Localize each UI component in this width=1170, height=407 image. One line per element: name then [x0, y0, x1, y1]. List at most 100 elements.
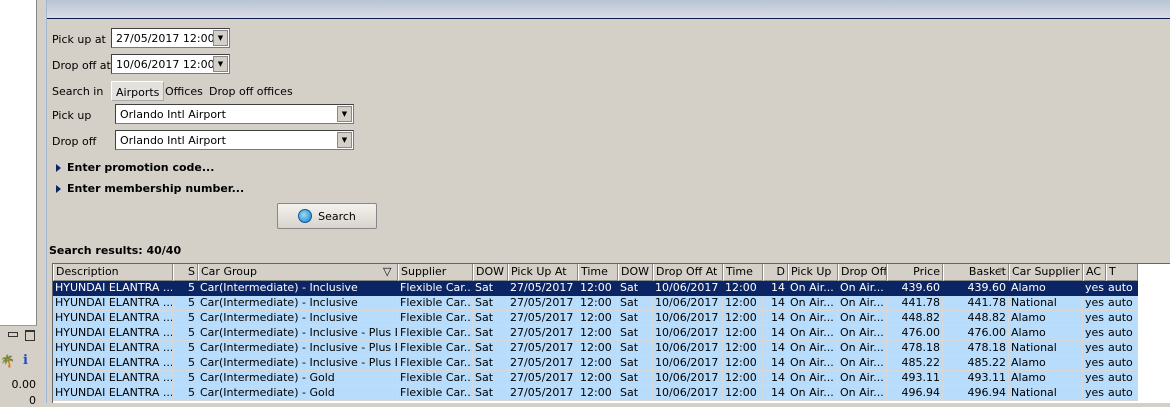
table-cell: Car(Intermediate) - Gold: [198, 386, 398, 401]
column-header[interactable]: DOW: [473, 264, 508, 281]
column-header[interactable]: AC: [1083, 264, 1106, 281]
column-header[interactable]: S: [173, 264, 198, 281]
table-cell: Car(Intermediate) - Inclusive - Plus E..…: [198, 341, 398, 356]
table-cell: yes: [1083, 326, 1106, 341]
island-icon[interactable]: 🌴: [0, 354, 15, 368]
dropdown-arrow-icon[interactable]: ▼: [337, 106, 352, 122]
table-cell: 10/06/2017: [653, 371, 723, 386]
splitter[interactable]: [37, 0, 47, 403]
table-cell: HYUNDAI ELANTRA ...: [53, 296, 173, 311]
membership-number-link[interactable]: Enter membership number...: [67, 182, 244, 195]
tab-offices[interactable]: Offices: [161, 81, 207, 101]
table-cell: 14: [763, 311, 788, 326]
table-cell: Sat: [473, 356, 508, 371]
table-cell: Sat: [618, 296, 653, 311]
table-cell: Flexible Car...: [398, 311, 473, 326]
column-header[interactable]: Time: [578, 264, 618, 281]
column-header[interactable]: Drop Off: [838, 264, 887, 281]
dropdown-arrow-icon[interactable]: ▼: [213, 30, 228, 46]
table-row[interactable]: HYUNDAI ELANTRA ... 5 Car(Intermediate) - …: [53, 356, 1138, 371]
maximize-icon[interactable]: [25, 330, 35, 341]
column-header[interactable]: D: [763, 264, 788, 281]
table-cell: 14: [763, 341, 788, 356]
table-row[interactable]: HYUNDAI ELANTRA ... 5 Car(Intermediate) - …: [53, 296, 1138, 311]
table-cell: 12:00: [578, 341, 618, 356]
sort-desc-icon[interactable]: ▾: [998, 265, 1003, 276]
table-cell: 27/05/2017: [508, 341, 578, 356]
table-cell: On Air...: [838, 296, 887, 311]
table-cell: yes: [1083, 281, 1106, 296]
tab-drop-off-offices[interactable]: Drop off offices: [205, 81, 297, 101]
dropoff-at-label: Drop off at: [52, 59, 111, 72]
column-header[interactable]: Pick Up At: [508, 264, 578, 281]
table-cell: 12:00: [723, 371, 763, 386]
column-header[interactable]: Supplier: [398, 264, 473, 281]
table-cell: National: [1009, 386, 1083, 401]
column-header[interactable]: Price: [887, 264, 943, 281]
filter-icon[interactable]: ▽: [383, 265, 391, 278]
table-cell: 10/06/2017: [653, 296, 723, 311]
table-header[interactable]: Description S Car Group Supplier DOW Pick Up …: [53, 264, 1138, 281]
table-cell: 5: [173, 386, 198, 401]
table-row[interactable]: HYUNDAI ELANTRA ... 5 Car(Intermediate) - …: [53, 311, 1138, 326]
expand-arrow-icon[interactable]: [56, 185, 61, 193]
column-header[interactable]: DOW: [618, 264, 653, 281]
table-cell: 27/05/2017: [508, 326, 578, 341]
table-row[interactable]: HYUNDAI ELANTRA ... 5 Car(Intermediate) - …: [53, 386, 1138, 401]
dropoff-at-value: 10/06/2017 12:00: [116, 58, 215, 71]
promotion-code-link[interactable]: Enter promotion code...: [67, 161, 214, 174]
table-row[interactable]: HYUNDAI ELANTRA ... 5 Car(Intermediate) - …: [53, 341, 1138, 356]
dropdown-arrow-icon[interactable]: ▼: [337, 132, 352, 148]
table-row[interactable]: HYUNDAI ELANTRA ... 5 Car(Intermediate) - …: [53, 326, 1138, 341]
pickup-at-field[interactable]: 27/05/2017 12:00 ▼: [111, 28, 230, 48]
table-row[interactable]: HYUNDAI ELANTRA ... 5 Car(Intermediate) - …: [53, 371, 1138, 386]
table-row[interactable]: HYUNDAI ELANTRA ... 5 Car(Intermediate) - …: [53, 281, 1138, 296]
table-cell: HYUNDAI ELANTRA ...: [53, 311, 173, 326]
pickup-location-value: Orlando Intl Airport: [120, 108, 226, 121]
column-header[interactable]: T: [1106, 264, 1138, 281]
table-cell: 5: [173, 326, 198, 341]
table-cell: 448.82: [887, 311, 943, 326]
table-cell: 12:00: [578, 311, 618, 326]
table-cell: auto: [1106, 356, 1138, 371]
tab-airports[interactable]: Airports: [111, 81, 165, 101]
table-cell: 493.11: [887, 371, 943, 386]
column-header[interactable]: Time: [723, 264, 763, 281]
table-cell: On Air...: [838, 371, 887, 386]
table-cell: yes: [1083, 341, 1106, 356]
table-cell: 476.00: [943, 326, 1009, 341]
column-header[interactable]: Drop Off At: [653, 264, 723, 281]
table-cell: 12:00: [723, 386, 763, 401]
table-cell: 27/05/2017: [508, 356, 578, 371]
expand-arrow-icon[interactable]: [56, 164, 61, 172]
dropdown-arrow-icon[interactable]: ▼: [213, 56, 228, 72]
pickup-location-select[interactable]: Orlando Intl Airport ▼: [115, 104, 354, 124]
search-button[interactable]: Search: [277, 203, 377, 229]
minimize-icon[interactable]: [8, 332, 18, 337]
table-cell: Sat: [473, 371, 508, 386]
dropoff-location-select[interactable]: Orlando Intl Airport ▼: [115, 130, 354, 150]
column-header[interactable]: Description: [53, 264, 173, 281]
info-icon[interactable]: i: [23, 353, 28, 368]
table-cell: yes: [1083, 356, 1106, 371]
table-cell: Flexible Car...: [398, 371, 473, 386]
results-grid: Description S Car Group Supplier DOW Pick Up …: [52, 263, 1170, 403]
table-cell: 448.82: [943, 311, 1009, 326]
dropoff-at-field[interactable]: 10/06/2017 12:00 ▼: [111, 54, 230, 74]
column-header[interactable]: Car Group: [198, 264, 398, 281]
header-band: [47, 0, 1170, 19]
table-cell: 5: [173, 281, 198, 296]
column-header[interactable]: Car Supplier: [1009, 264, 1083, 281]
table-cell: HYUNDAI ELANTRA ...: [53, 386, 173, 401]
table-cell: On Air...: [838, 341, 887, 356]
table-cell: On Air...: [788, 326, 838, 341]
column-header[interactable]: Pick Up: [788, 264, 838, 281]
table-cell: On Air...: [838, 281, 887, 296]
pickup-label: Pick up: [52, 109, 92, 122]
table-cell: 496.94: [943, 386, 1009, 401]
table-cell: 14: [763, 326, 788, 341]
table-cell: auto: [1106, 281, 1138, 296]
table-cell: 441.78: [943, 296, 1009, 311]
search-results-count: Search results: 40/40: [49, 244, 182, 257]
table-cell: 12:00: [723, 341, 763, 356]
